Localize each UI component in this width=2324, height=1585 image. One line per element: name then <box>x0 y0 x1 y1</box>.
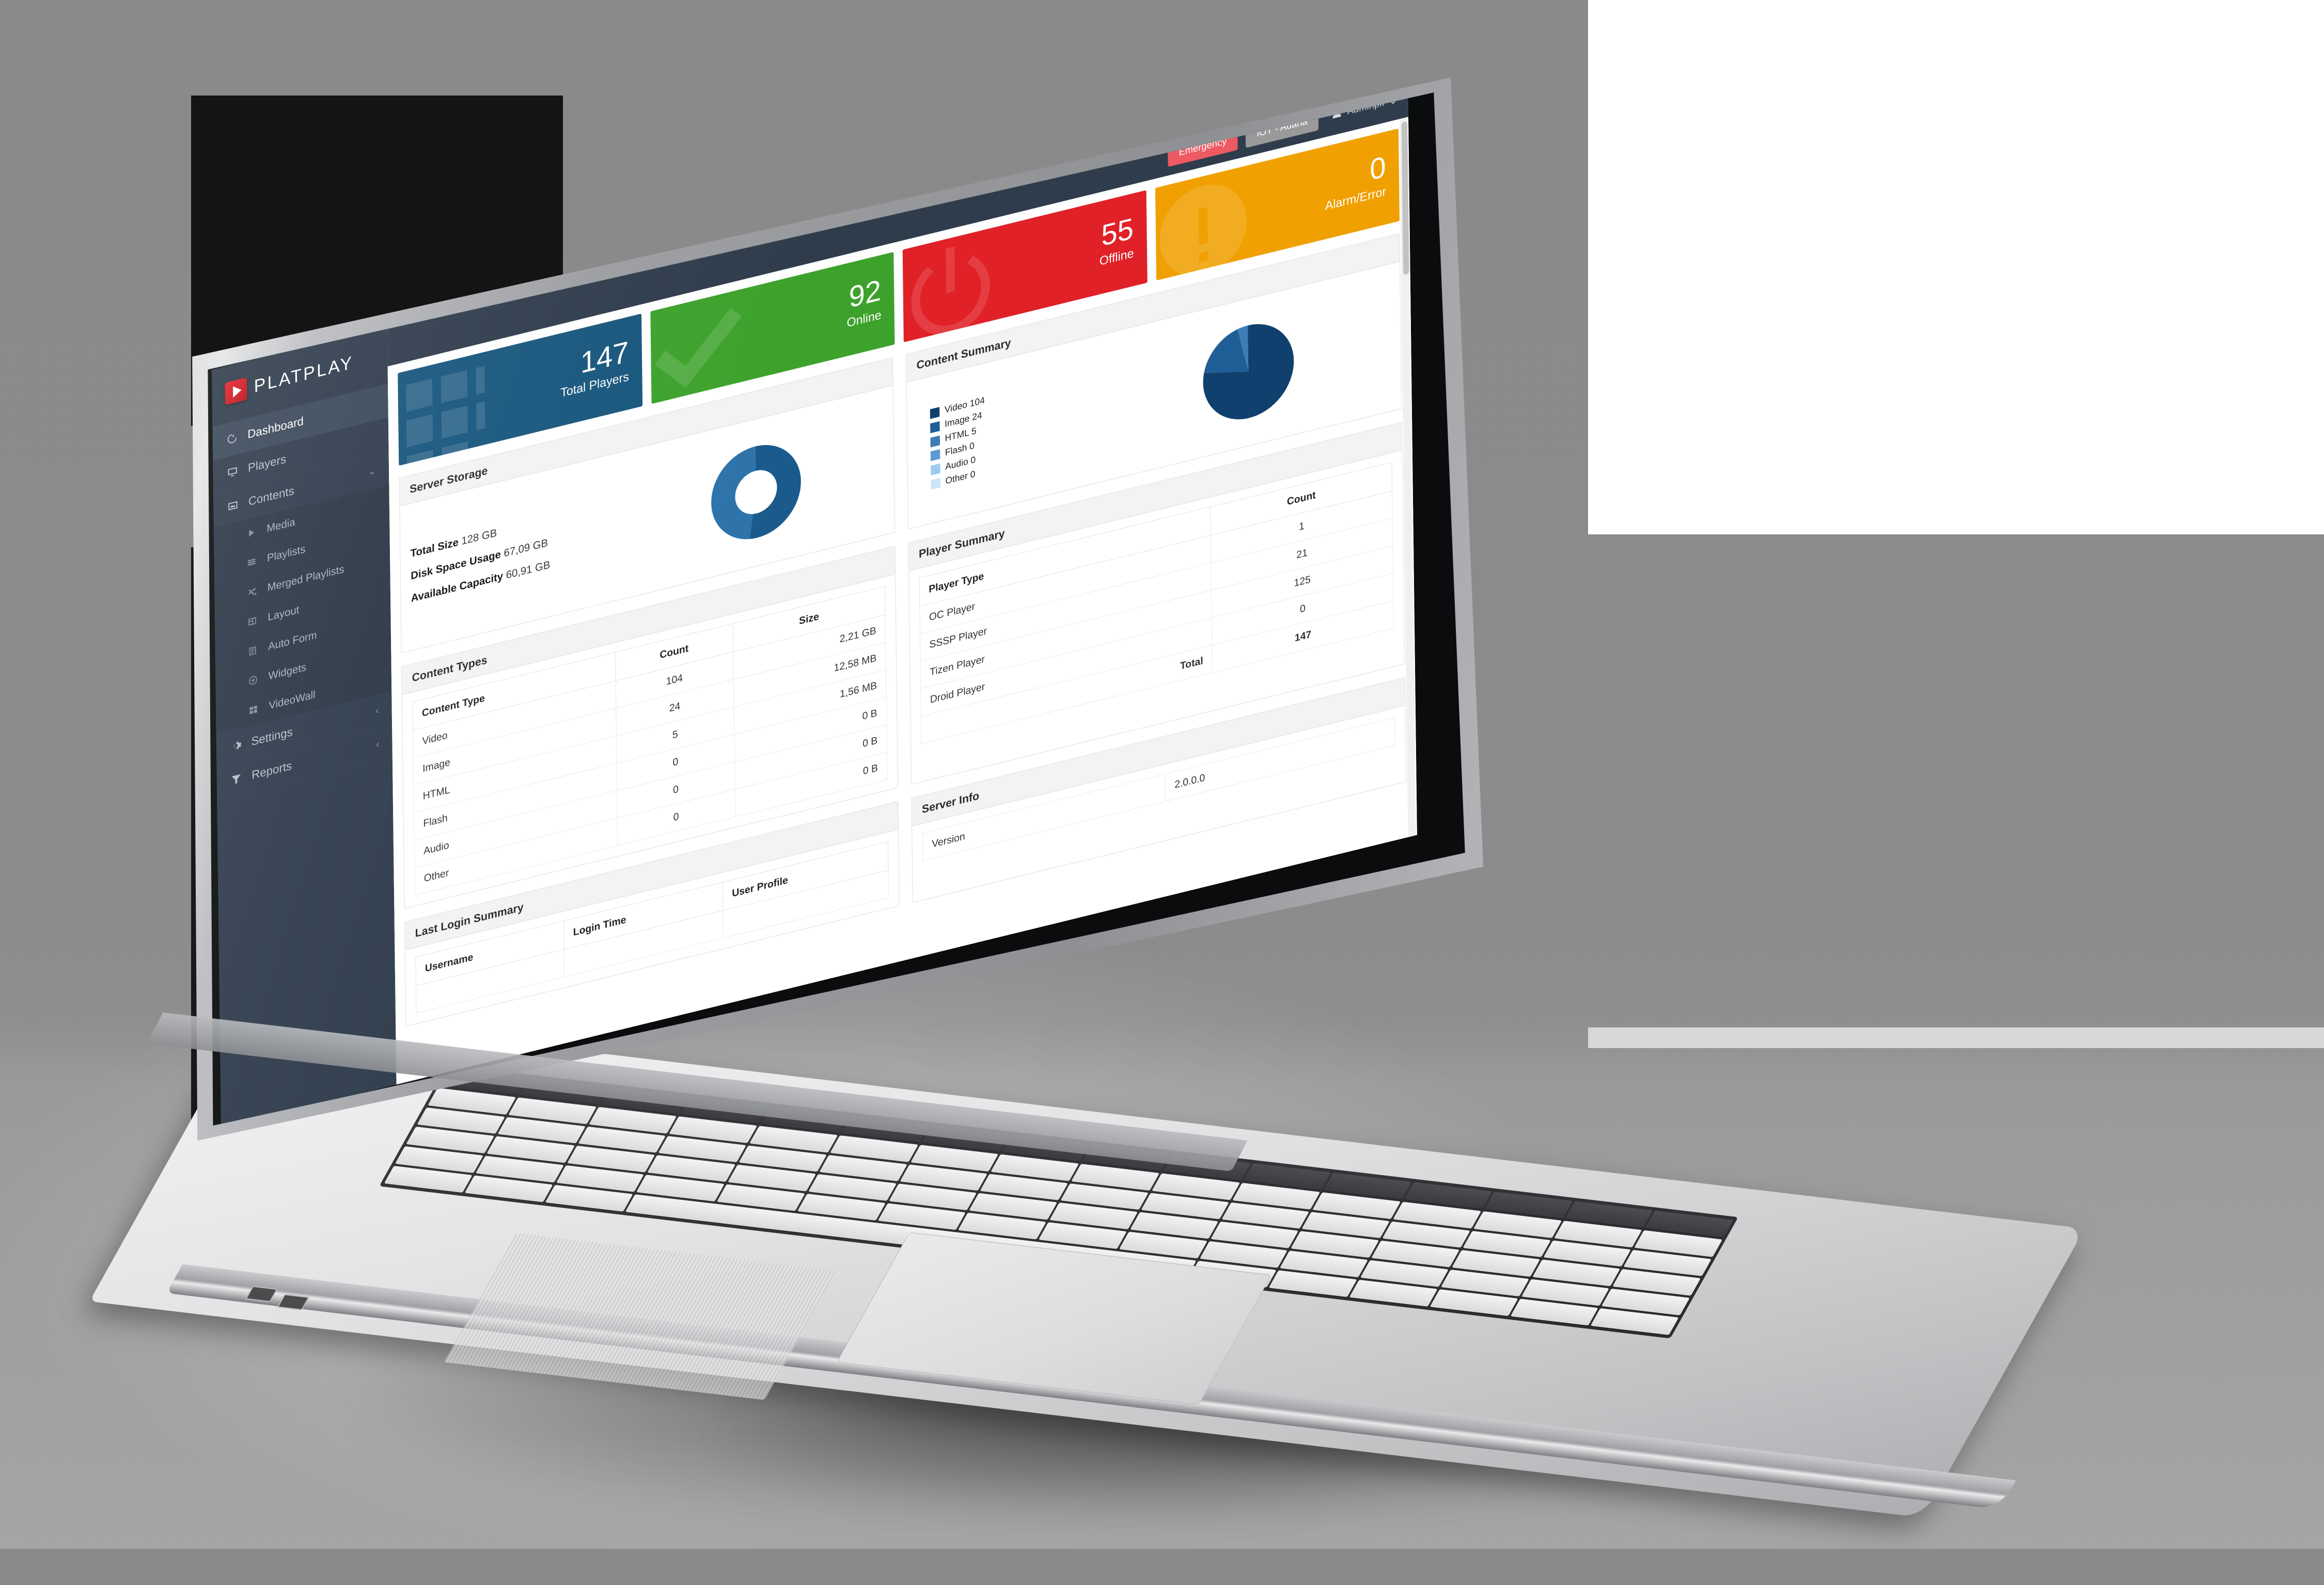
power-icon <box>903 226 1004 342</box>
widget-icon <box>246 672 259 689</box>
form-icon <box>246 643 259 659</box>
sidebar-nav: Dashboard Players Contents ⌄ Media Playl… <box>212 382 392 801</box>
list-icon <box>245 554 258 570</box>
platplay-dashboard-app: PLATPLAY Dashboard Players Contents ⌄ Me… <box>212 92 1417 1126</box>
funnel-icon <box>230 771 243 787</box>
laptop-base <box>89 1012 2236 1533</box>
sidebar-item-label: Media <box>266 516 295 535</box>
kpi-value: 0 <box>1370 150 1386 187</box>
background-white-panel <box>1588 0 2324 534</box>
sidebar-item-label: Contents <box>248 483 294 509</box>
legend-swatch <box>931 478 941 490</box>
chevron-left-icon: ‹ <box>376 738 380 750</box>
screen-viewport: PLATPLAY Dashboard Players Contents ⌄ Me… <box>208 92 1465 1126</box>
videowall-icon <box>247 702 260 718</box>
brand-name: PLATPLAY <box>254 352 354 397</box>
gauge-icon <box>226 430 239 447</box>
sidebar-item-label: Widgets <box>268 661 307 683</box>
chevron-left-icon: ‹ <box>375 705 379 717</box>
storage-donut-chart <box>710 435 802 549</box>
grid-icon <box>398 350 499 466</box>
legend-swatch <box>930 435 940 448</box>
content-summary-pie-chart <box>1202 314 1295 430</box>
layout-icon <box>246 613 259 630</box>
content-summary-legend: Video 104 Image 24 HTML 5 Flash 0 Audio 0 Oth… <box>917 364 1107 495</box>
laptop-lid: PLATPLAY Dashboard Players Contents ⌄ Me… <box>182 77 1483 1151</box>
sidebar-subnav-contents: Media Playlists Merged Playlists Layout … <box>213 484 392 734</box>
gear-icon <box>229 737 242 754</box>
sidebar: PLATPLAY Dashboard Players Contents ⌄ Me… <box>212 326 397 1126</box>
usb-port <box>277 1294 310 1311</box>
storage-stats: Total Size 128 GB Disk Space Usage 67,09… <box>410 490 629 610</box>
kpi-value: 92 <box>849 273 882 314</box>
storage-stat-value: 128 GB <box>461 527 497 547</box>
legend-swatch <box>930 407 940 419</box>
legend-swatch <box>931 463 940 476</box>
sidebar-item-label: Layout <box>268 604 300 624</box>
dashboard-body: 147 Total Players 92 Online 55 Offline 0… <box>387 117 1417 1085</box>
shuffle-icon <box>245 584 258 600</box>
image-icon <box>226 497 239 514</box>
sidebar-item-label: Players <box>247 452 287 475</box>
legend-swatch <box>930 421 940 433</box>
legend-swatch <box>930 449 940 462</box>
sidebar-item-label: Reports <box>252 758 292 782</box>
play-logo-icon <box>225 377 247 405</box>
kpi-label: Alarm/Error <box>1325 184 1387 214</box>
warning-icon <box>1155 164 1256 280</box>
monitor-icon <box>226 464 239 480</box>
check-icon <box>650 288 751 404</box>
kpi-value: 55 <box>1101 212 1134 253</box>
play-icon <box>245 525 258 541</box>
sidebar-item-label: Auto Form <box>268 629 317 653</box>
sidebar-item-label: VideoWall <box>269 688 316 712</box>
chevron-down-icon: ⌄ <box>368 465 376 478</box>
sidebar-item-label: Settings <box>251 724 293 749</box>
sidebar-item-label: Playlists <box>266 543 306 564</box>
main-content: Emergency IOT - Adana Adminpk ⌄ <box>387 92 1417 1085</box>
sidebar-item-label: Dashboard <box>247 414 304 441</box>
background-gray-strip <box>1588 1027 2324 1048</box>
